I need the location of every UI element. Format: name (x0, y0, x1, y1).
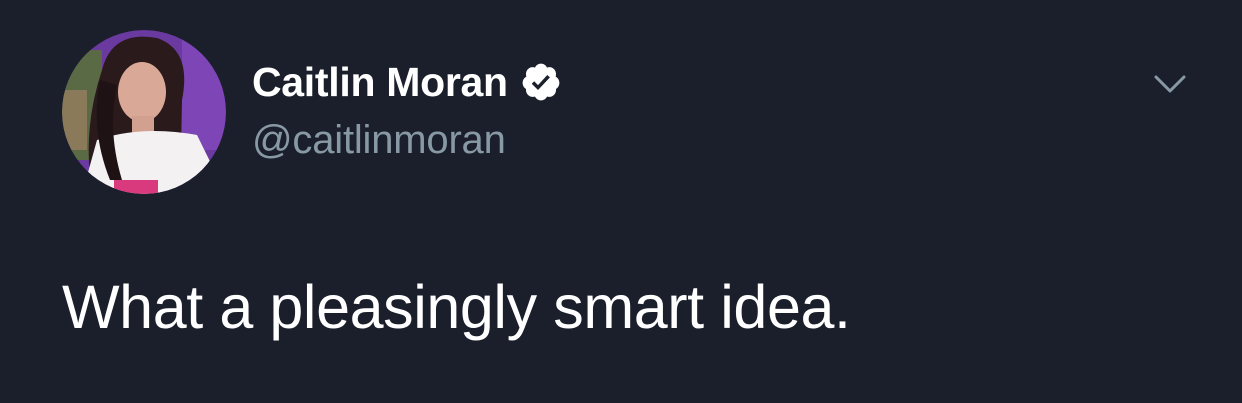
avatar[interactable] (62, 30, 226, 194)
user-handle[interactable]: @caitlinmoran (252, 118, 506, 163)
author-name-row: Caitlin Moran (252, 56, 562, 108)
tweet-card: Caitlin Moran @caitlinmoran What a pleas… (0, 0, 1242, 403)
avatar-photo (62, 30, 226, 194)
verified-badge-icon (520, 61, 562, 103)
display-name[interactable]: Caitlin Moran (252, 59, 508, 106)
tweet-text: What a pleasingly smart idea. (62, 273, 851, 341)
chevron-down-icon[interactable] (1148, 62, 1192, 106)
